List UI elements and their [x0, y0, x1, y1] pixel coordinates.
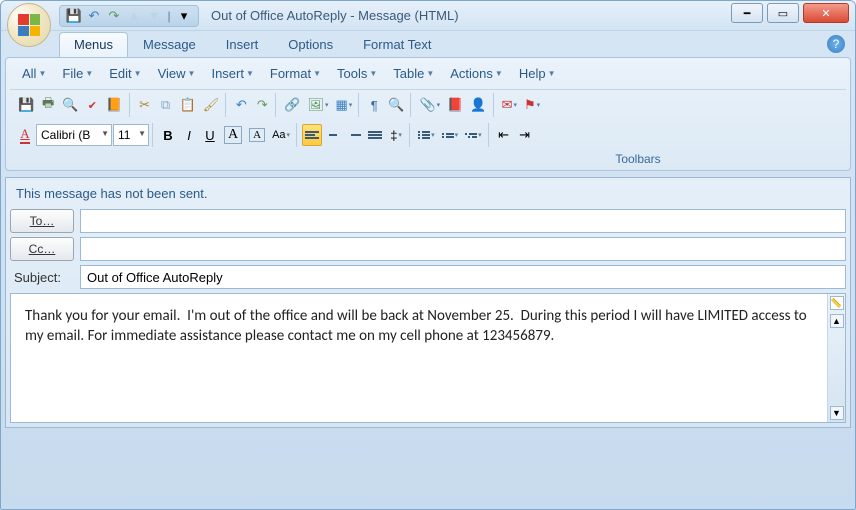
research-button[interactable]: 📙: [103, 94, 125, 116]
paste-button[interactable]: 📋: [177, 94, 199, 116]
cut-button[interactable]: ✂: [135, 94, 155, 116]
attach-file-button[interactable]: 📎▾: [416, 94, 443, 116]
line-spacing-button[interactable]: ‡▾: [386, 124, 406, 146]
grow-font-button[interactable]: A: [221, 124, 245, 146]
menu-tools[interactable]: Tools▼: [329, 64, 385, 83]
body-container: 📏 ▲ ▼: [10, 293, 846, 423]
close-button[interactable]: ✕: [803, 3, 849, 23]
numbering-button[interactable]: ▾: [439, 124, 462, 146]
next-item-icon[interactable]: ▼: [146, 8, 162, 24]
unsent-notice: This message has not been sent.: [10, 182, 846, 205]
cc-input[interactable]: [80, 237, 846, 261]
subject-label: Subject:: [10, 270, 74, 285]
toolbars-group-label: Toolbars: [430, 150, 846, 166]
save-icon[interactable]: 💾: [66, 8, 82, 24]
office-button[interactable]: [7, 3, 51, 47]
picture-button[interactable]: 🖼▾: [304, 94, 331, 116]
classic-menu-bar: All▼ File▼ Edit▼ View▼ Insert▼ Format▼ T…: [10, 62, 846, 90]
font-name-select[interactable]: ▼: [36, 124, 112, 146]
to-input[interactable]: [80, 209, 846, 233]
font-color-button[interactable]: A: [15, 124, 35, 146]
increase-indent-button[interactable]: ⇥: [515, 124, 535, 146]
cc-button[interactable]: Cc…: [10, 237, 74, 261]
menu-table[interactable]: Table▼: [385, 64, 442, 83]
office-logo-icon: [18, 14, 40, 36]
change-case-button[interactable]: Aa▾: [269, 124, 293, 146]
toolbar-row-1: 💾 🖶 🔍 ✔ 📙 ✂ ⧉ 📋 🖌 ↶ ↷ 🔗 🖼▾ ▦▾: [10, 90, 846, 120]
save-button[interactable]: 💾: [15, 94, 37, 116]
print-preview-button[interactable]: 🔍: [59, 94, 81, 116]
align-justify-button[interactable]: [365, 124, 385, 146]
undo-icon[interactable]: ↶: [86, 8, 102, 24]
compose-area: This message has not been sent. To… Cc… …: [5, 177, 851, 428]
show-marks-button[interactable]: ¶: [364, 94, 384, 116]
quick-access-toolbar: 💾 ↶ ↷ ▲ ▼ | ▾: [59, 5, 199, 27]
italic-button[interactable]: I: [179, 124, 199, 146]
menu-view[interactable]: View▼: [150, 64, 204, 83]
align-center-button[interactable]: [323, 124, 343, 146]
scroll-down-button[interactable]: ▼: [830, 406, 844, 420]
tab-options[interactable]: Options: [273, 32, 348, 57]
importance-high-button[interactable]: ✉▾: [499, 94, 520, 116]
menu-edit[interactable]: Edit▼: [101, 64, 149, 83]
zoom-button[interactable]: 🔍: [385, 94, 407, 116]
shrink-font-button[interactable]: A: [246, 124, 268, 146]
check-names-button[interactable]: 👤: [467, 94, 489, 116]
undo-button[interactable]: ↶: [231, 94, 251, 116]
font-size-input[interactable]: [113, 124, 149, 146]
redo-icon[interactable]: ↷: [106, 8, 122, 24]
window-controls: ━ ▭ ✕: [731, 3, 849, 23]
minimize-button[interactable]: ━: [731, 3, 763, 23]
bullets-button[interactable]: ▾: [415, 124, 438, 146]
underline-button[interactable]: U: [200, 124, 220, 146]
ribbon-body: All▼ File▼ Edit▼ View▼ Insert▼ Format▼ T…: [5, 57, 851, 171]
follow-up-flag-button[interactable]: ⚑▾: [521, 94, 543, 116]
menu-format[interactable]: Format▼: [262, 64, 329, 83]
print-button[interactable]: 🖶: [38, 94, 58, 116]
tab-message[interactable]: Message: [128, 32, 211, 57]
tab-insert[interactable]: Insert: [211, 32, 274, 57]
format-painter-button[interactable]: 🖌: [200, 94, 223, 116]
cc-row: Cc…: [10, 237, 846, 261]
subject-input[interactable]: [80, 265, 846, 289]
multilevel-list-button[interactable]: ▾: [462, 124, 485, 146]
ruler-toggle-icon[interactable]: 📏: [830, 296, 844, 310]
titlebar: 💾 ↶ ↷ ▲ ▼ | ▾ Out of Office AutoReply - …: [1, 1, 855, 31]
toolbar-row-2: A ▼ ▼ B I U A A Aa▾: [10, 120, 846, 150]
insert-table-button[interactable]: ▦▾: [332, 94, 355, 116]
prev-item-icon[interactable]: ▲: [126, 8, 142, 24]
menu-help[interactable]: Help▼: [511, 64, 564, 83]
scroll-up-button[interactable]: ▲: [830, 314, 844, 328]
align-left-button[interactable]: [302, 124, 322, 146]
tab-menus[interactable]: Menus: [59, 32, 128, 57]
redo-button[interactable]: ↷: [252, 94, 272, 116]
font-size-select[interactable]: ▼: [113, 124, 149, 146]
font-name-input[interactable]: [36, 124, 112, 146]
to-button[interactable]: To…: [10, 209, 74, 233]
hyperlink-button[interactable]: 🔗: [281, 94, 303, 116]
address-book-button[interactable]: 📕: [444, 94, 466, 116]
qat-customize-icon[interactable]: ▾: [176, 8, 192, 24]
window-title: Out of Office AutoReply - Message (HTML): [211, 8, 459, 23]
message-window: 💾 ↶ ↷ ▲ ▼ | ▾ Out of Office AutoReply - …: [0, 0, 856, 510]
menu-all[interactable]: All▼: [14, 64, 54, 83]
body-scrollbar: 📏 ▲ ▼: [827, 294, 845, 422]
tab-format-text[interactable]: Format Text: [348, 32, 446, 57]
message-body[interactable]: [11, 294, 827, 422]
bold-button[interactable]: B: [158, 124, 178, 146]
spellcheck-button[interactable]: ✔: [82, 94, 102, 116]
menu-file[interactable]: File▼: [54, 64, 101, 83]
qat-separator: |: [166, 9, 172, 23]
menu-actions[interactable]: Actions▼: [442, 64, 511, 83]
menu-insert[interactable]: Insert▼: [203, 64, 261, 83]
copy-button[interactable]: ⧉: [156, 94, 176, 116]
ribbon-tabs: Menus Message Insert Options Format Text…: [1, 31, 855, 57]
help-icon[interactable]: ?: [827, 35, 845, 53]
align-right-button[interactable]: [344, 124, 364, 146]
maximize-button[interactable]: ▭: [767, 3, 799, 23]
to-row: To…: [10, 209, 846, 233]
decrease-indent-button[interactable]: ⇤: [494, 124, 514, 146]
subject-row: Subject:: [10, 265, 846, 289]
